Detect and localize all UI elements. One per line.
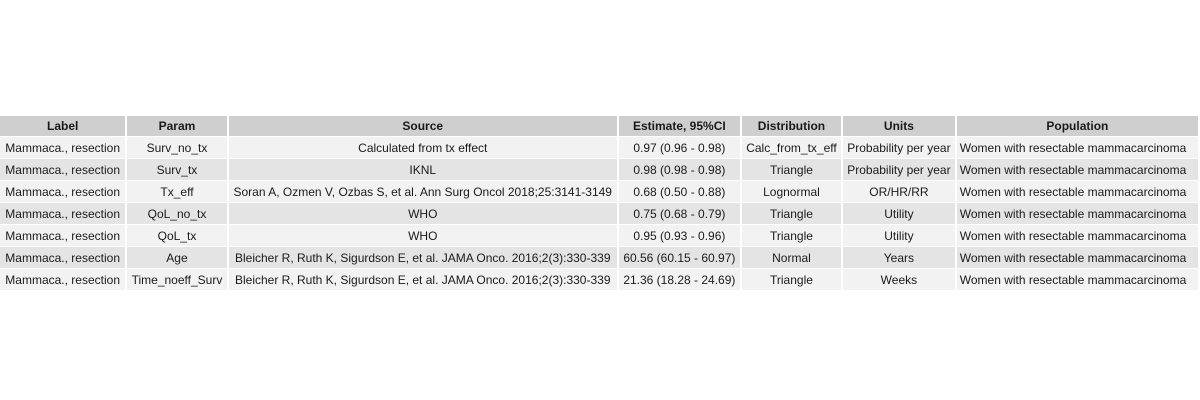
cell-label: Mammaca., resection bbox=[0, 269, 126, 291]
cell-param: Surv_tx bbox=[127, 159, 227, 181]
table-row[interactable]: Mammaca., resection Surv_tx IKNL 0.98 (0… bbox=[0, 159, 1198, 181]
cell-units: Utility bbox=[843, 203, 955, 225]
table-row[interactable]: Mammaca., resection Age Bleicher R, Ruth… bbox=[0, 247, 1198, 269]
cell-units: OR/HR/RR bbox=[843, 181, 955, 203]
cell-estimate: 60.56 (60.15 - 60.97) bbox=[618, 247, 740, 269]
cell-units: Probability per year bbox=[843, 137, 955, 159]
cell-estimate: 21.36 (18.28 - 24.69) bbox=[618, 269, 740, 291]
parameter-table-container: Label Param Source Estimate, 95%CI Distr… bbox=[0, 116, 1200, 291]
cell-distribution: Triangle bbox=[741, 225, 842, 247]
table-row[interactable]: Mammaca., resection Surv_no_tx Calculate… bbox=[0, 137, 1198, 159]
cell-source: Bleicher R, Ruth K, Sigurdson E, et al. … bbox=[228, 269, 617, 291]
cell-param: Age bbox=[127, 247, 227, 269]
header-estimate[interactable]: Estimate, 95%CI bbox=[618, 116, 740, 137]
header-units[interactable]: Units bbox=[843, 116, 955, 137]
cell-distribution: Lognormal bbox=[741, 181, 842, 203]
cell-distribution: Calc_from_tx_eff bbox=[741, 137, 842, 159]
cell-estimate: 0.95 (0.93 - 0.96) bbox=[618, 225, 740, 247]
cell-param: QoL_tx bbox=[127, 225, 227, 247]
cell-estimate: 0.97 (0.96 - 0.98) bbox=[618, 137, 740, 159]
header-param[interactable]: Param bbox=[127, 116, 227, 137]
table-row[interactable]: Mammaca., resection QoL_no_tx WHO 0.75 (… bbox=[0, 203, 1198, 225]
cell-param: Time_noeff_Surv bbox=[127, 269, 227, 291]
cell-source: Soran A, Ozmen V, Ozbas S, et al. Ann Su… bbox=[228, 181, 617, 203]
cell-distribution: Triangle bbox=[741, 269, 842, 291]
cell-label: Mammaca., resection bbox=[0, 159, 126, 181]
parameter-table: Label Param Source Estimate, 95%CI Distr… bbox=[0, 116, 1200, 291]
cell-population: Women with resectable mammacarcinoma bbox=[956, 137, 1198, 159]
table-row[interactable]: Mammaca., resection QoL_tx WHO 0.95 (0.9… bbox=[0, 225, 1198, 247]
cell-units: Weeks bbox=[843, 269, 955, 291]
cell-distribution: Normal bbox=[741, 247, 842, 269]
cell-distribution: Triangle bbox=[741, 203, 842, 225]
cell-population: Women with resectable mammacarcinoma bbox=[956, 181, 1198, 203]
cell-param: Tx_eff bbox=[127, 181, 227, 203]
cell-estimate: 0.75 (0.68 - 0.79) bbox=[618, 203, 740, 225]
header-label[interactable]: Label bbox=[0, 116, 126, 137]
table-row[interactable]: Mammaca., resection Time_noeff_Surv Blei… bbox=[0, 269, 1198, 291]
cell-source: WHO bbox=[228, 203, 617, 225]
header-source[interactable]: Source bbox=[228, 116, 617, 137]
cell-source: Bleicher R, Ruth K, Sigurdson E, et al. … bbox=[228, 247, 617, 269]
cell-source: Calculated from tx effect bbox=[228, 137, 617, 159]
cell-param: Surv_no_tx bbox=[127, 137, 227, 159]
table-row[interactable]: Mammaca., resection Tx_eff Soran A, Ozme… bbox=[0, 181, 1198, 203]
cell-population: Women with resectable mammacarcinoma bbox=[956, 247, 1198, 269]
cell-units: Probability per year bbox=[843, 159, 955, 181]
cell-population: Women with resectable mammacarcinoma bbox=[956, 203, 1198, 225]
cell-population: Women with resectable mammacarcinoma bbox=[956, 269, 1198, 291]
cell-population: Women with resectable mammacarcinoma bbox=[956, 225, 1198, 247]
cell-distribution: Triangle bbox=[741, 159, 842, 181]
cell-label: Mammaca., resection bbox=[0, 247, 126, 269]
cell-units: Years bbox=[843, 247, 955, 269]
cell-estimate: 0.68 (0.50 - 0.88) bbox=[618, 181, 740, 203]
table-header-row: Label Param Source Estimate, 95%CI Distr… bbox=[0, 116, 1198, 137]
cell-param: QoL_no_tx bbox=[127, 203, 227, 225]
cell-label: Mammaca., resection bbox=[0, 137, 126, 159]
cell-estimate: 0.98 (0.98 - 0.98) bbox=[618, 159, 740, 181]
cell-source: IKNL bbox=[228, 159, 617, 181]
cell-label: Mammaca., resection bbox=[0, 181, 126, 203]
cell-population: Women with resectable mammacarcinoma bbox=[956, 159, 1198, 181]
header-distribution[interactable]: Distribution bbox=[741, 116, 842, 137]
table-body: Mammaca., resection Surv_no_tx Calculate… bbox=[0, 137, 1198, 291]
cell-label: Mammaca., resection bbox=[0, 203, 126, 225]
cell-units: Utility bbox=[843, 225, 955, 247]
cell-label: Mammaca., resection bbox=[0, 225, 126, 247]
cell-source: WHO bbox=[228, 225, 617, 247]
header-population[interactable]: Population bbox=[956, 116, 1198, 137]
